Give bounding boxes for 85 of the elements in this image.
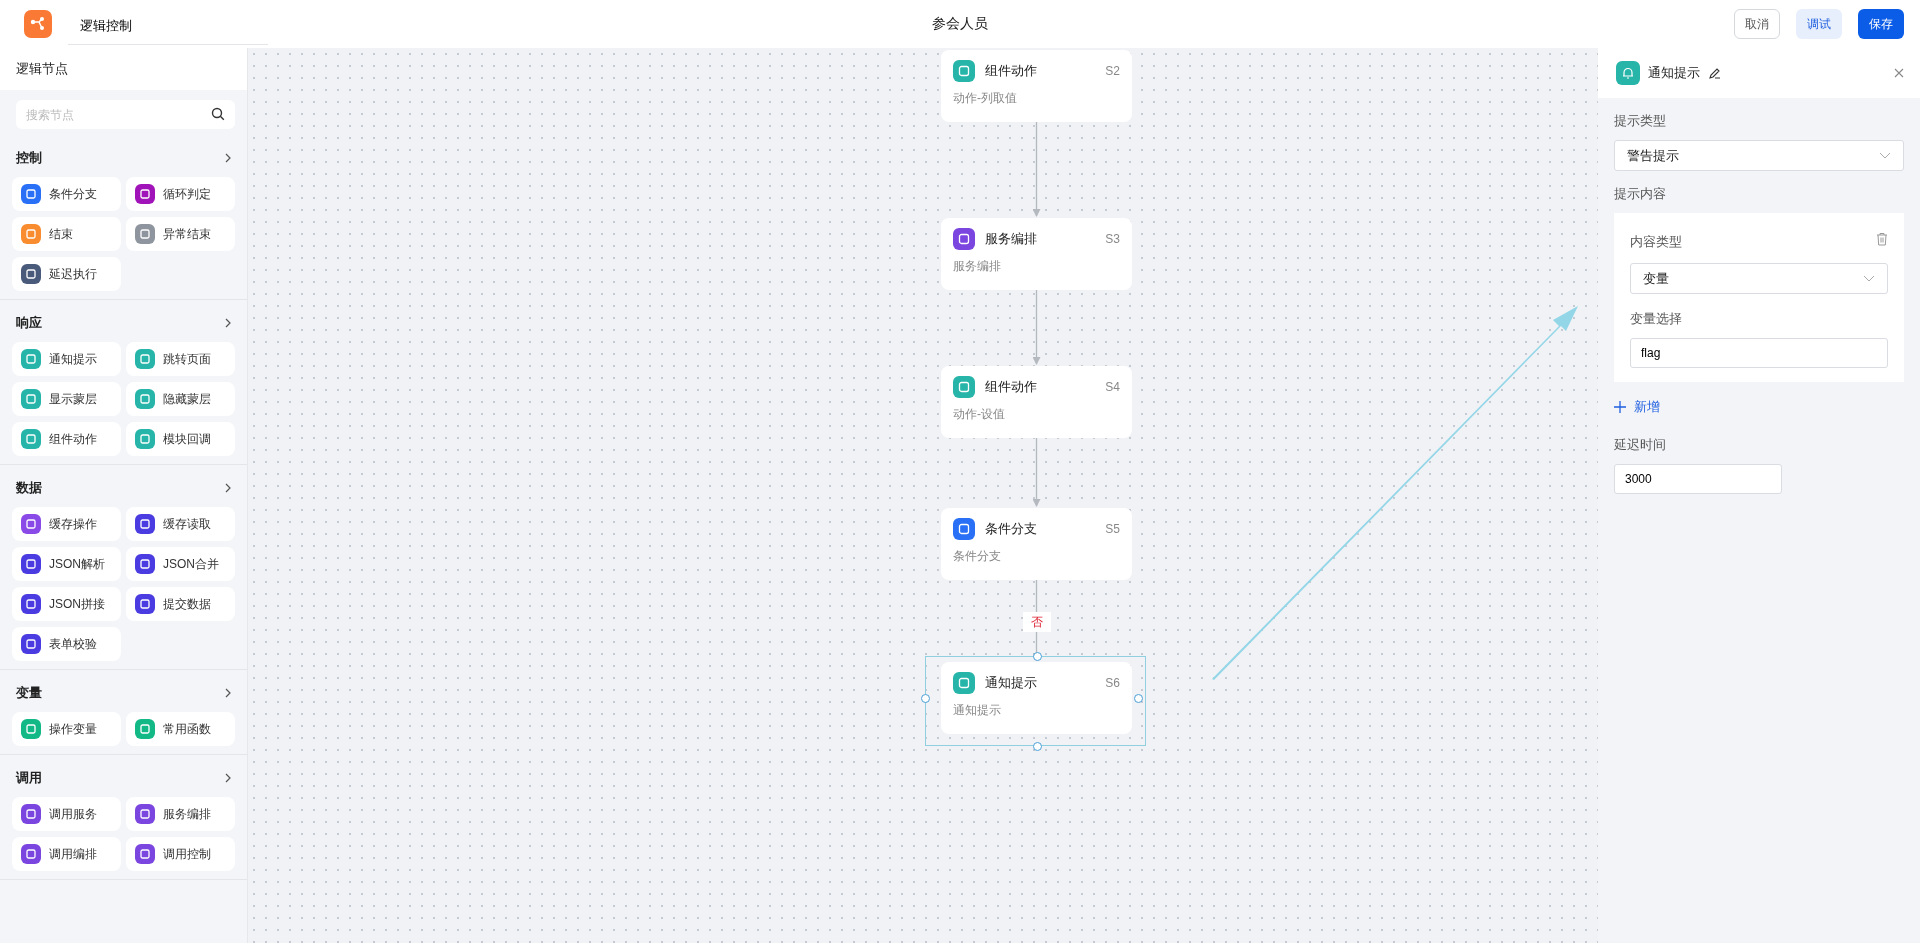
connection-handle[interactable] bbox=[1032, 742, 1042, 751]
field-label: 变量选择 bbox=[1630, 310, 1683, 328]
field-label: 内容类型 bbox=[1630, 233, 1682, 251]
node-type-item[interactable]: 表单校验 bbox=[12, 627, 121, 661]
node-type-item[interactable]: 调用服务 bbox=[12, 797, 121, 831]
node-type-item[interactable]: 缓存读取 bbox=[126, 507, 235, 541]
node-type-item[interactable]: 缓存操作 bbox=[12, 507, 121, 541]
plus-icon bbox=[1614, 401, 1626, 413]
connection-handle[interactable] bbox=[1134, 694, 1143, 703]
node-type-item[interactable]: 组件动作 bbox=[12, 422, 121, 456]
edit-icon[interactable] bbox=[1708, 66, 1721, 80]
node-type-item[interactable]: 显示蒙层 bbox=[12, 382, 121, 416]
node-type-item[interactable]: 模块回调 bbox=[126, 422, 235, 456]
connection-handle[interactable] bbox=[1032, 652, 1042, 661]
node-type-item[interactable]: 常用函数 bbox=[126, 712, 235, 746]
chevron-icon[interactable] bbox=[225, 773, 231, 783]
node-id: S2 bbox=[1105, 64, 1120, 78]
connector-arrow bbox=[1032, 437, 1041, 507]
node-subtitle: 动作-列取值 bbox=[953, 90, 1018, 107]
logo-icon bbox=[24, 10, 52, 38]
page-title: 参会人员 bbox=[932, 15, 988, 33]
input-field[interactable]: 3000 bbox=[1614, 464, 1782, 494]
chevron-icon[interactable] bbox=[225, 318, 231, 328]
node-type-item[interactable]: 提交数据 bbox=[126, 587, 235, 621]
node-type-item[interactable]: 通知提示 bbox=[12, 342, 121, 376]
chevron-icon[interactable] bbox=[225, 153, 231, 163]
branch-label: 否 bbox=[1022, 612, 1051, 632]
group-title: 数据 bbox=[16, 479, 42, 497]
sidebar-title: 逻辑节点 bbox=[0, 48, 247, 90]
chevron-icon[interactable] bbox=[225, 483, 231, 493]
node-subtitle: 服务编排 bbox=[953, 258, 1002, 275]
node-title: 组件动作 bbox=[985, 62, 1038, 80]
node-type-item[interactable]: JSON解析 bbox=[12, 547, 121, 581]
node-type-item[interactable]: 延迟执行 bbox=[12, 257, 121, 291]
chevron-icon[interactable] bbox=[225, 688, 231, 698]
node-title: 条件分支 bbox=[985, 520, 1038, 538]
node-type-item[interactable]: 条件分支 bbox=[12, 177, 121, 211]
select-field[interactable]: 变量 bbox=[1630, 263, 1888, 294]
flow-node[interactable]: 组件动作 S2 动作-列取值 bbox=[941, 50, 1132, 122]
select-field[interactable]: 警告提示 bbox=[1614, 140, 1904, 171]
toolbar-button[interactable]: 调试 bbox=[1796, 9, 1842, 39]
node-type-item[interactable]: 循环判定 bbox=[126, 177, 235, 211]
node-type-item[interactable]: 调用控制 bbox=[126, 837, 235, 871]
close-icon[interactable] bbox=[1894, 68, 1904, 78]
node-title: 服务编排 bbox=[985, 230, 1038, 248]
add-button[interactable]: 新增 bbox=[1614, 392, 1660, 422]
group-title: 响应 bbox=[16, 314, 42, 332]
node-type-item[interactable]: 隐藏蒙层 bbox=[126, 382, 235, 416]
node-type-item[interactable]: 操作变量 bbox=[12, 712, 121, 746]
caret-icon bbox=[1863, 275, 1875, 282]
group-title: 调用 bbox=[16, 769, 42, 787]
node-type-item[interactable]: 异常结束 bbox=[126, 217, 235, 251]
search-field[interactable]: 搜索节点 bbox=[16, 100, 235, 129]
field-label: 提示内容 bbox=[1614, 185, 1667, 203]
search-icon bbox=[211, 107, 225, 121]
node-type-item[interactable]: 结束 bbox=[12, 217, 121, 251]
node-title: 通知提示 bbox=[985, 674, 1038, 692]
panel-title: 通知提示 bbox=[1648, 64, 1700, 82]
node-id: S6 bbox=[1105, 676, 1120, 690]
node-id: S3 bbox=[1105, 232, 1120, 246]
toolbar-button[interactable]: 保存 bbox=[1858, 9, 1904, 39]
flow-node[interactable]: 通知提示 S6 通知提示 bbox=[941, 662, 1132, 734]
flow-node[interactable]: 组件动作 S4 动作-设值 bbox=[941, 366, 1132, 438]
node-type-item[interactable]: 服务编排 bbox=[126, 797, 235, 831]
field-label: 提示类型 bbox=[1614, 112, 1667, 130]
input-field[interactable]: flag bbox=[1630, 338, 1888, 368]
caret-icon bbox=[1879, 152, 1891, 159]
toolbar-button[interactable]: 取消 bbox=[1734, 9, 1780, 39]
node-subtitle: 条件分支 bbox=[953, 548, 1002, 565]
node-subtitle: 通知提示 bbox=[953, 702, 1002, 719]
group-title: 控制 bbox=[16, 149, 42, 167]
connection-handle[interactable] bbox=[921, 694, 930, 703]
node-type-item[interactable]: 调用编排 bbox=[12, 837, 121, 871]
flow-node[interactable]: 服务编排 S3 服务编排 bbox=[941, 218, 1132, 290]
node-id: S4 bbox=[1105, 380, 1120, 394]
field-label: 延迟时间 bbox=[1614, 436, 1667, 454]
node-type-item[interactable]: JSON合并 bbox=[126, 547, 235, 581]
node-title: 组件动作 bbox=[985, 378, 1038, 396]
node-id: S5 bbox=[1105, 522, 1120, 536]
node-type-item[interactable]: 跳转页面 bbox=[126, 342, 235, 376]
trash-icon[interactable] bbox=[1876, 232, 1888, 246]
group-title: 变量 bbox=[16, 684, 42, 702]
node-type-item[interactable]: JSON拼接 bbox=[12, 587, 121, 621]
flow-node[interactable]: 条件分支 S5 条件分支 bbox=[941, 508, 1132, 580]
node-subtitle: 动作-设值 bbox=[953, 406, 1006, 423]
